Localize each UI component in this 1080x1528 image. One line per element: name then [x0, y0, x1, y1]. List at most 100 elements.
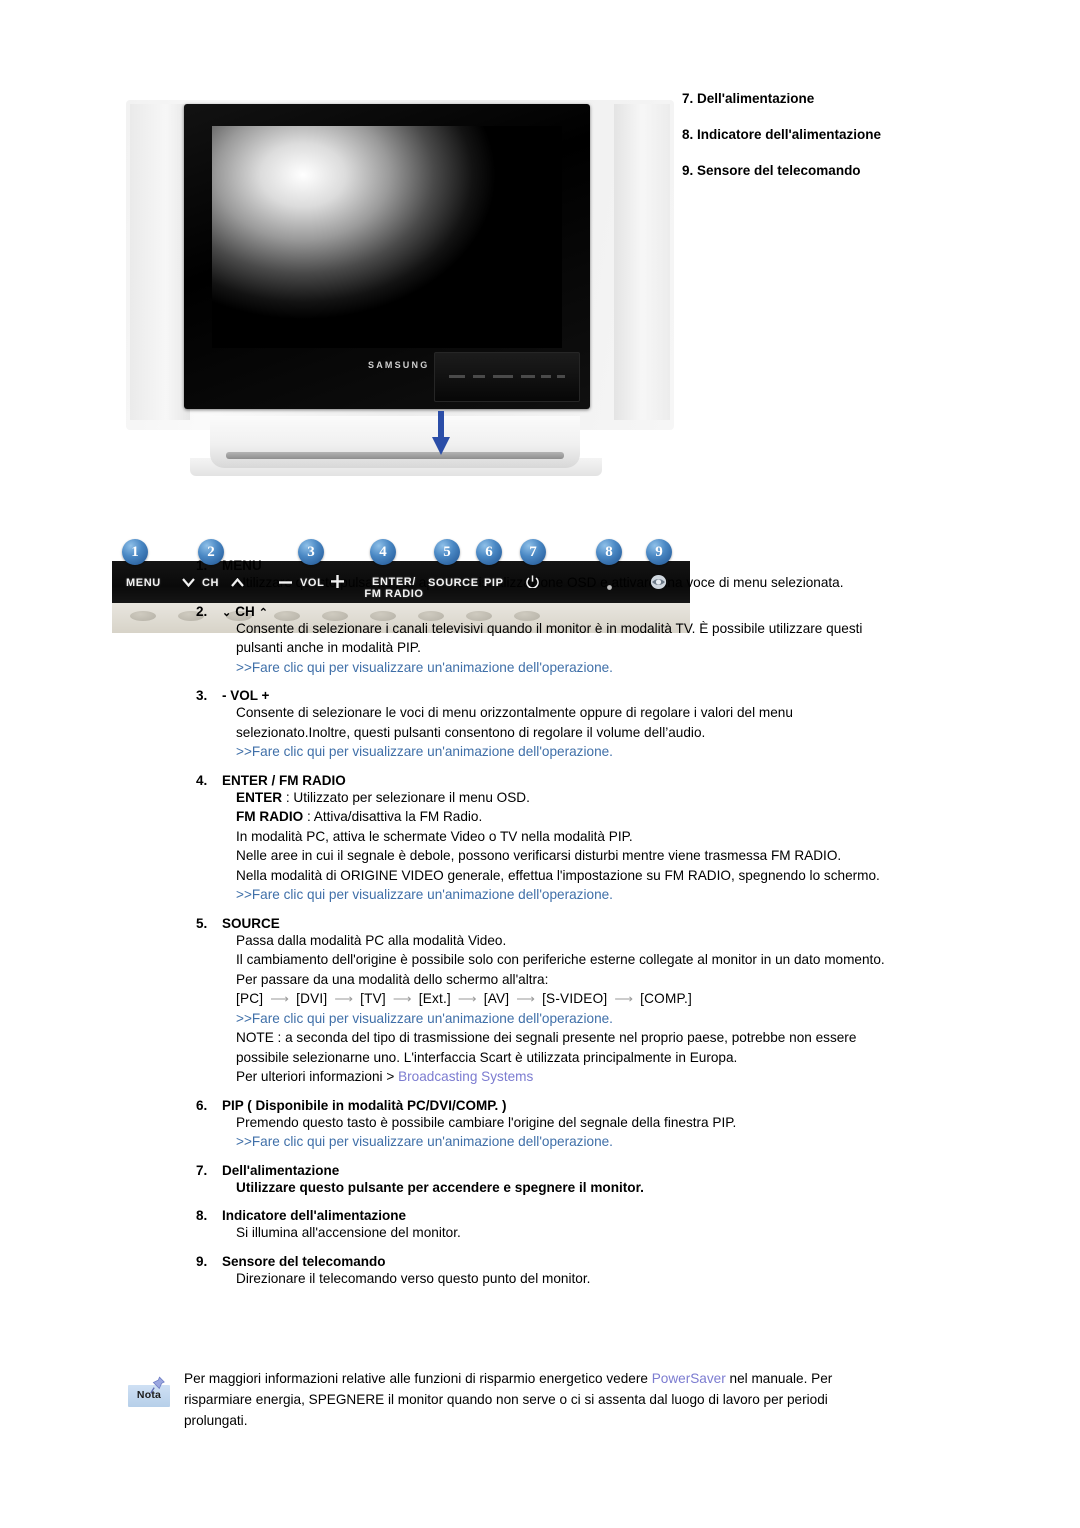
desc-line: In modalità PC, attiva le schermate Vide… — [236, 828, 633, 844]
monitor-stand — [210, 416, 580, 468]
desc-item-7: 7. Dell'alimentazione Utilizzare questo … — [196, 1163, 896, 1198]
button-descriptions: 1. MENU Utilizzare questo pulsante per a… — [196, 558, 896, 1299]
desc-line: Consente di selezionare i canali televis… — [236, 620, 863, 656]
fmradio-rest: : Attiva/disattiva la FM Radio. — [303, 809, 483, 824]
front-port-strip — [434, 352, 580, 402]
desc-line: Si illumina all'accensione del monitor. — [236, 1225, 461, 1240]
source-ext: [Ext.] — [418, 991, 451, 1006]
badge-3: 3 — [298, 539, 324, 565]
desc-title-7: Dell'alimentazione — [222, 1162, 340, 1178]
animation-link-3[interactable]: >>Fare clic qui per visualizzare un'anim… — [236, 742, 896, 762]
desc-title-8: Indicatore dell'alimentazione — [222, 1208, 407, 1223]
desc-line: Utilizzare questo pulsante per accendere… — [236, 1179, 644, 1195]
broadcasting-systems-link[interactable]: Broadcasting Systems — [398, 1069, 533, 1084]
monitor-photo: SAMSUNG MENU CH VOL ENTER/ FM RADIO SOUR… — [112, 86, 690, 633]
product-illustration: SAMSUNG MENU CH VOL ENTER/ FM RADIO SOUR… — [112, 86, 922, 633]
desc-rich-line-enter: ENTER : Utilizzato per selezionare il me… — [236, 788, 896, 808]
arrow-icon: ⟶ — [334, 991, 354, 1006]
panel-label-source[interactable]: SOURCE — [428, 577, 479, 589]
panel-label-menu[interactable]: MENU — [126, 577, 161, 589]
ch-up-icon[interactable] — [231, 577, 244, 590]
desc-head-9: 9. Sensore del telecomando — [196, 1254, 896, 1269]
desc-num-8: 8. — [196, 1208, 208, 1223]
power-icon[interactable] — [526, 575, 539, 591]
badge-8: 8 — [596, 539, 622, 565]
note-block: Nota Per maggiori informazioni relative … — [126, 1368, 926, 1431]
manual-page: SAMSUNG MENU CH VOL ENTER/ FM RADIO SOUR… — [0, 0, 1080, 1528]
animation-link-5[interactable]: >>Fare clic qui per visualizzare un'anim… — [236, 1009, 896, 1029]
panel-label-pip[interactable]: PIP — [484, 577, 504, 589]
desc-body-3: Consente di selezionare le voci di menu … — [236, 703, 896, 762]
desc-title-4: ENTER / FM RADIO — [222, 772, 346, 788]
more-info-prefix: Per ulteriori informazioni > — [236, 1069, 399, 1084]
desc-body-8: Si illumina all'accensione del monitor. — [236, 1223, 896, 1243]
desc-body-5: Passa dalla modalità PC alla modalità Vi… — [236, 931, 896, 1087]
desc-body-4: ENTER : Utilizzato per selezionare il me… — [236, 788, 896, 905]
desc-title-6: PIP ( Disponibile in modalità PC/DVI/COM… — [222, 1097, 507, 1113]
source-pc: [PC] — [236, 991, 264, 1006]
desc-num-9: 9. — [196, 1253, 208, 1269]
panel-label-enter-fmradio[interactable]: ENTER/FM RADIO — [362, 576, 426, 600]
source-tv: [TV] — [360, 991, 386, 1006]
powersaver-link[interactable]: PowerSaver — [652, 1371, 726, 1386]
source-dvi: [DVI] — [296, 991, 328, 1006]
desc-head-7: 7. Dell'alimentazione — [196, 1163, 896, 1178]
source-av: [AV] — [483, 991, 510, 1006]
monitor-screen — [212, 126, 562, 348]
ch-up-glyph: ⌃ — [258, 606, 268, 619]
note-text-before: Per maggiori informazioni relative alle … — [184, 1371, 652, 1386]
power-indicator-led — [606, 582, 613, 594]
vol-minus-icon[interactable] — [279, 578, 292, 590]
samsung-logo: SAMSUNG — [368, 360, 430, 370]
desc-line: Nella modalità di ORIGINE VIDEO generale… — [236, 867, 880, 883]
panel-label-ch[interactable]: CH — [202, 577, 219, 589]
desc-line: Il cambiamento dell'origine è possibile … — [236, 952, 885, 967]
animation-link-6[interactable]: >>Fare clic qui per visualizzare un'anim… — [236, 1132, 896, 1152]
desc-line: Per passare da una modalità dello scherm… — [236, 971, 549, 987]
desc-body-6: Premendo questo tasto è possibile cambia… — [236, 1113, 896, 1152]
badge-1: 1 — [122, 539, 148, 565]
desc-line: Direzionare il telecomando verso questo … — [236, 1270, 591, 1286]
enter-label: ENTER — [236, 789, 283, 805]
source-svideo: [S-VIDEO] — [542, 991, 608, 1006]
vol-plus-icon[interactable] — [331, 575, 344, 591]
desc-item-8: 8. Indicatore dell'alimentazione Si illu… — [196, 1208, 896, 1243]
arrow-icon: ⟶ — [614, 991, 634, 1006]
desc-line: Nelle aree in cui il segnale è debole, p… — [236, 848, 842, 863]
badge-2: 2 — [198, 539, 224, 565]
arrow-icon: ⟶ — [457, 991, 477, 1006]
desc-head-8: 8. Indicatore dell'alimentazione — [196, 1208, 896, 1223]
desc-head-6: 6. PIP ( Disponibile in modalità PC/DVI/… — [196, 1098, 896, 1113]
desc-line: Premendo questo tasto è possibile cambia… — [236, 1114, 737, 1130]
badge-5: 5 — [434, 539, 460, 565]
note-text: Per maggiori informazioni relative alle … — [184, 1368, 884, 1431]
desc-title-5: SOURCE — [222, 915, 280, 931]
desc-num-6: 6. — [196, 1097, 208, 1113]
monitor-bezel: SAMSUNG — [184, 104, 590, 409]
desc-rich-line-fmradio: FM RADIO : Attiva/disattiva la FM Radio. — [236, 807, 896, 827]
source-comp: [COMP.] — [640, 991, 692, 1006]
ch-down-icon[interactable] — [182, 578, 195, 590]
panel-label-vol[interactable]: VOL — [300, 577, 324, 589]
desc-body-7: Utilizzare questo pulsante per accendere… — [236, 1178, 896, 1198]
more-info-5: Per ulteriori informazioni > Broadcastin… — [236, 1067, 896, 1087]
animation-link-4[interactable]: >>Fare clic qui per visualizzare un'anim… — [236, 885, 896, 905]
animation-link-2[interactable]: >>Fare clic qui per visualizzare un'anim… — [236, 658, 896, 678]
badge-7: 7 — [520, 539, 546, 565]
callout-8: 8. Indicatore dell'alimentazione — [682, 127, 882, 142]
desc-line: Passa dalla modalità PC alla modalità Vi… — [236, 932, 507, 948]
desc-title-2: CH — [235, 603, 255, 619]
desc-head-5: 5. SOURCE — [196, 916, 896, 931]
arrow-icon: ⟶ — [270, 991, 290, 1006]
fmradio-label: FM RADIO — [236, 809, 304, 824]
desc-num-2: 2. — [196, 603, 208, 619]
desc-num-4: 4. — [196, 772, 208, 788]
remote-sensor-icon — [650, 574, 667, 593]
desc-line: Consente di selezionare le voci di menu … — [236, 705, 793, 740]
desc-item-2: 2. ⌄ CH ⌃ Consente di selezionare i cana… — [196, 604, 896, 678]
badge-6: 6 — [476, 539, 502, 565]
desc-note-5: NOTE : a seconda del tipo di trasmission… — [236, 1030, 857, 1065]
callout-list: 7. Dell'alimentazione 8. Indicatore dell… — [682, 90, 922, 198]
desc-title-1: MENU — [222, 558, 262, 573]
desc-item-3: 3. - VOL + Consente di selezionare le vo… — [196, 688, 896, 762]
